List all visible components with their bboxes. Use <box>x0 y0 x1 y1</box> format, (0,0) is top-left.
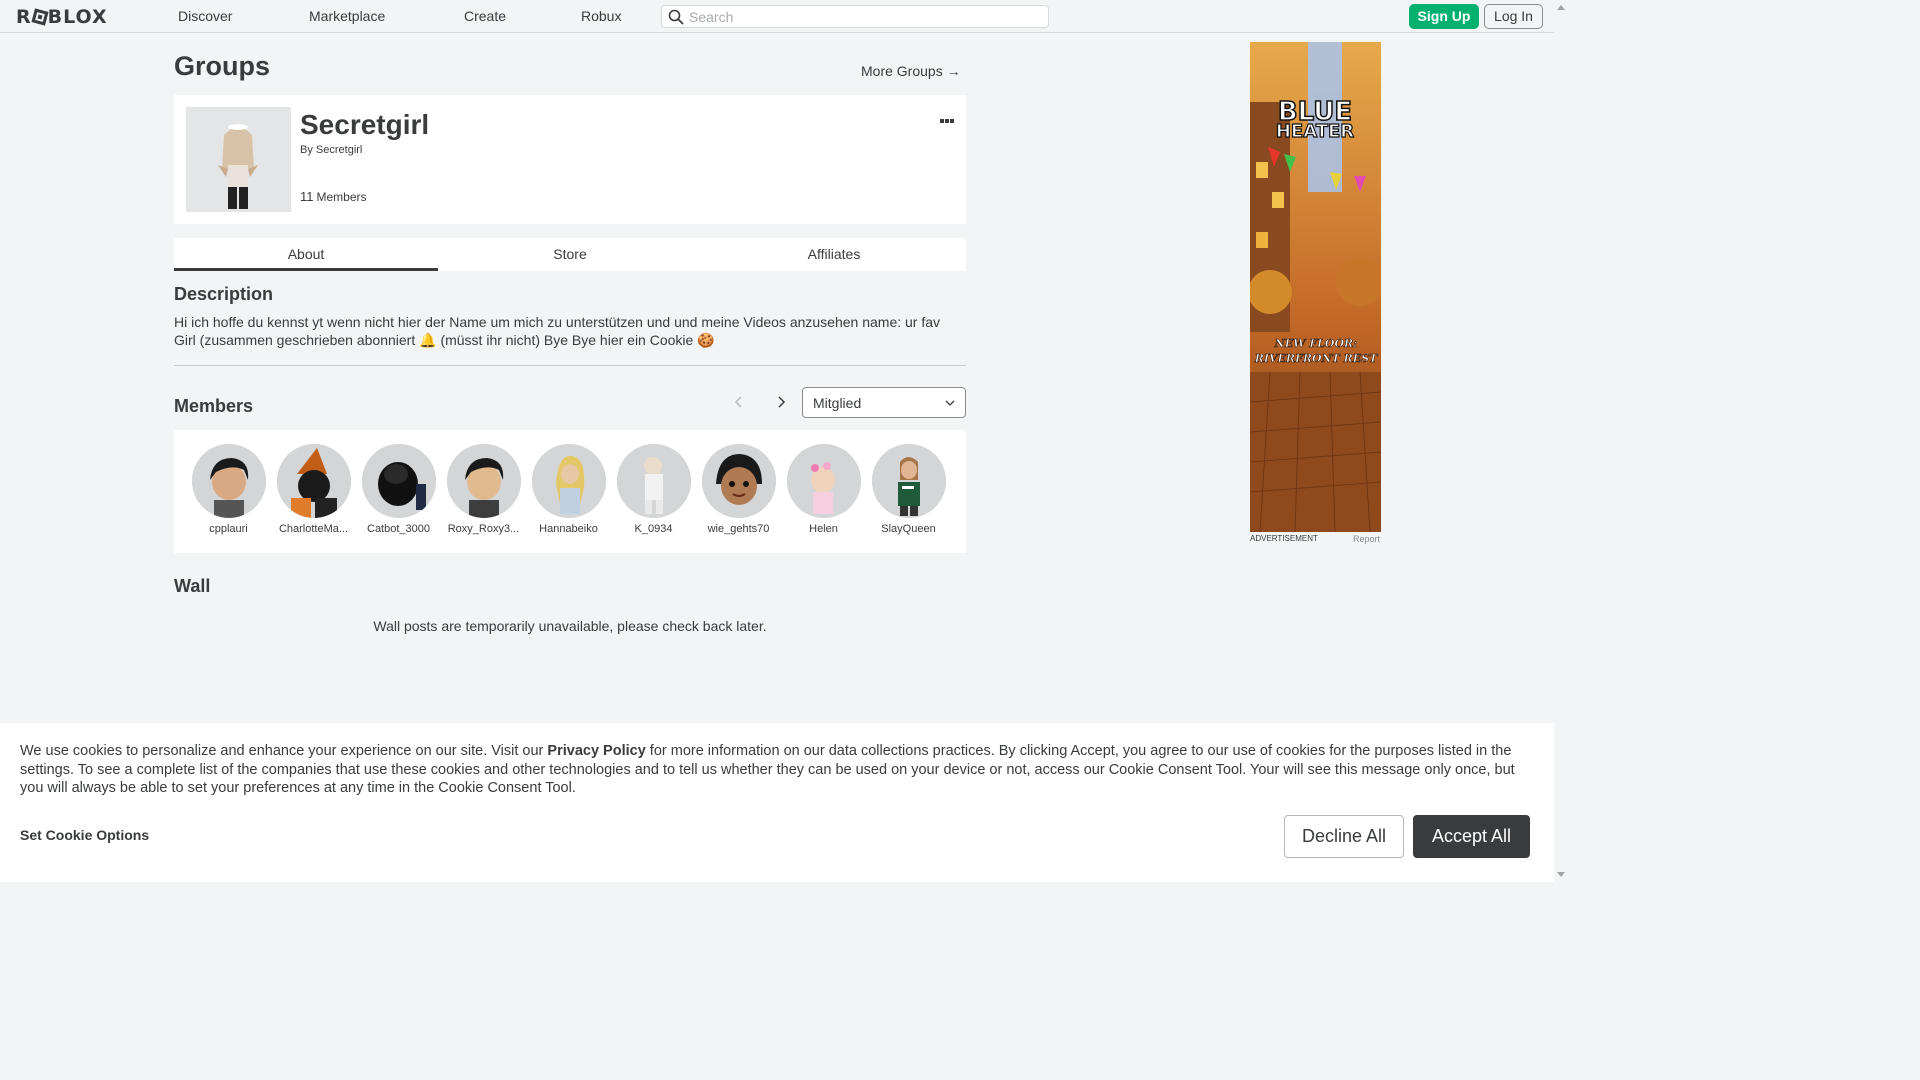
member-name: Hannabeiko <box>539 523 598 535</box>
member-tile[interactable]: cpplauri <box>186 444 271 535</box>
by-label: By <box>300 144 313 156</box>
avatar <box>191 444 266 518</box>
member-name: Roxy_Roxy3... <box>447 523 520 535</box>
member-tile[interactable]: CharlotteMa... <box>271 444 356 535</box>
nav-create[interactable]: Create <box>464 8 506 24</box>
member-tile[interactable]: Hannabeiko <box>526 444 611 535</box>
members-heading: Members <box>174 396 254 416</box>
members-list: cpplauri CharlotteMa... Catbot_3000 Roxy… <box>174 430 966 553</box>
search-input[interactable] <box>689 8 1039 25</box>
advertisement-label: ADVERTISEMENT <box>1250 534 1318 543</box>
member-name: cpplauri <box>209 523 248 535</box>
top-navigation-bar: R BLOX Discover Marketplace Create Robux … <box>0 0 1554 33</box>
role-filter-value: Mitglied <box>813 395 862 411</box>
roblox-logo[interactable]: R BLOX <box>16 6 108 28</box>
nav-discover[interactable]: Discover <box>178 8 232 24</box>
avatar <box>871 444 946 518</box>
member-name: CharlotteMa... <box>278 523 349 535</box>
tab-about[interactable]: About <box>174 238 438 271</box>
group-owner-line: By Secretgirl <box>300 144 362 156</box>
member-tile[interactable]: wie_gehts70 <box>696 444 781 535</box>
accept-all-button[interactable]: Accept All <box>1413 815 1530 858</box>
more-groups-link[interactable]: More Groups → <box>861 63 961 79</box>
member-tile[interactable]: K_0934 <box>611 444 696 535</box>
group-description: Hi ich hoffe du kennst yt wenn nicht hie… <box>174 314 941 348</box>
avatar <box>361 444 436 518</box>
sign-up-button[interactable]: Sign Up <box>1409 4 1479 29</box>
group-header-card: Secretgirl By Secretgirl 11 Members <box>174 95 966 224</box>
chevron-left-icon[interactable] <box>732 394 746 410</box>
wall-heading: Wall <box>174 576 211 596</box>
nav-robux[interactable]: Robux <box>581 8 621 24</box>
tab-affiliates[interactable]: Affiliates <box>702 238 966 271</box>
scroll-down-icon[interactable] <box>1557 872 1565 877</box>
description-heading: Description <box>174 284 274 304</box>
group-name: Secretgirl <box>300 109 430 140</box>
member-name: Catbot_3000 <box>367 523 430 535</box>
role-filter-dropdown[interactable]: Mitglied <box>802 387 966 418</box>
group-icon-image <box>186 107 291 212</box>
cookie-text-intro: We use cookies to personalize and enhanc… <box>20 743 548 759</box>
chevron-right-icon[interactable] <box>774 394 788 410</box>
group-member-count: 11 Members <box>300 189 367 204</box>
member-count-label: Members <box>316 190 367 204</box>
nav-marketplace[interactable]: Marketplace <box>309 8 385 24</box>
wall-unavailable-message: Wall posts are temporarily unavailable, … <box>373 618 767 634</box>
avatar <box>786 444 861 518</box>
member-name: SlayQueen <box>881 523 936 535</box>
avatar <box>276 444 351 518</box>
member-tile[interactable]: Helen <box>781 444 866 535</box>
member-tile[interactable]: Catbot_3000 <box>356 444 441 535</box>
member-tile[interactable]: SlayQueen <box>866 444 951 535</box>
divider <box>174 365 966 366</box>
cookie-consent-text: We use cookies to personalize and enhanc… <box>20 742 1540 798</box>
ad-headline-2: HEATER <box>1276 121 1354 142</box>
ad-tagline-1: NEW FLOOR: <box>1274 337 1358 350</box>
set-cookie-options-link[interactable]: Set Cookie Options <box>20 827 149 843</box>
search-box <box>661 5 1049 28</box>
member-name: wie_gehts70 <box>707 523 770 535</box>
search-icon <box>668 9 684 25</box>
member-name: K_0934 <box>634 523 673 535</box>
tab-store[interactable]: Store <box>438 238 702 271</box>
group-tabs: About Store Affiliates <box>174 238 966 271</box>
log-in-button[interactable]: Log In <box>1484 4 1543 29</box>
member-name: Helen <box>809 523 838 535</box>
more-options-icon[interactable] <box>940 110 956 123</box>
privacy-policy-link[interactable]: Privacy Policy <box>547 743 645 759</box>
avatar <box>446 444 521 518</box>
page-title: Groups <box>174 51 271 81</box>
group-owner-link[interactable]: Secretgirl <box>316 144 362 156</box>
ad-tagline-2: RIVERFRONT REST <box>1254 352 1378 365</box>
scrollbar[interactable] <box>1554 0 1568 882</box>
chevron-down-icon <box>945 400 955 406</box>
avatar <box>616 444 691 518</box>
scroll-up-icon[interactable] <box>1557 5 1565 10</box>
cookie-consent-banner: We use cookies to personalize and enhanc… <box>0 723 1554 882</box>
member-count-value: 11 <box>300 189 314 204</box>
advertisement-banner[interactable]: BLUE HEATER NEW FLOOR: RIVERFRONT REST <box>1250 42 1381 532</box>
report-ad-link[interactable]: Report <box>1353 534 1380 544</box>
avatar <box>531 444 606 518</box>
member-tile[interactable]: Roxy_Roxy3... <box>441 444 526 535</box>
avatar <box>701 444 776 518</box>
decline-all-button[interactable]: Decline All <box>1284 815 1404 858</box>
